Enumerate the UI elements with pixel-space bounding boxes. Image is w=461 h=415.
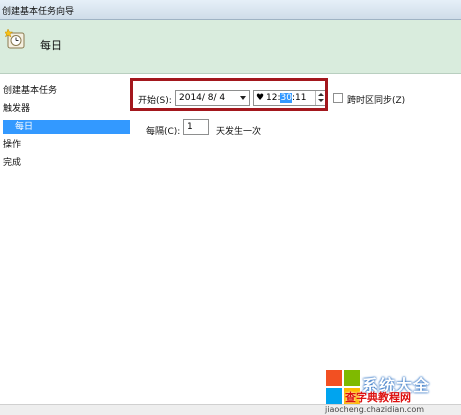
window-title: 创建基本任务向导 <box>2 7 75 17</box>
wizard-content <box>132 74 461 404</box>
wizard-banner: 每日 <box>0 20 461 74</box>
watermark-sub: 查字典教程网 <box>345 391 411 404</box>
clock-icon <box>5 28 25 49</box>
watermark-url: jiaocheng.chazidian.com <box>325 405 425 414</box>
annotation-highlight-box <box>130 78 328 111</box>
recur-label: 每隔(C): <box>146 127 181 137</box>
sidebar-item-action[interactable]: 操作 <box>3 138 21 152</box>
sync-timezone-checkbox[interactable] <box>333 93 343 103</box>
recur-unit-label: 天发生一次 <box>216 127 262 137</box>
wizard-steps-sidebar: 创建基本任务 触发器 每日 操作 完成 <box>0 74 132 404</box>
page-heading: 每日 <box>40 39 62 52</box>
sidebar-item-trigger[interactable]: 触发器 <box>3 102 30 116</box>
recur-days-value: 1 <box>187 122 193 132</box>
sidebar-item-daily[interactable]: 每日 <box>3 120 130 134</box>
sync-timezone-label: 跨时区同步(Z) <box>347 96 406 106</box>
sidebar-item-create-basic-task[interactable]: 创建基本任务 <box>3 84 57 98</box>
recur-days-input[interactable]: 1 <box>183 119 209 135</box>
title-bar: 创建基本任务向导 <box>0 0 461 20</box>
sidebar-item-finish[interactable]: 完成 <box>3 156 21 170</box>
